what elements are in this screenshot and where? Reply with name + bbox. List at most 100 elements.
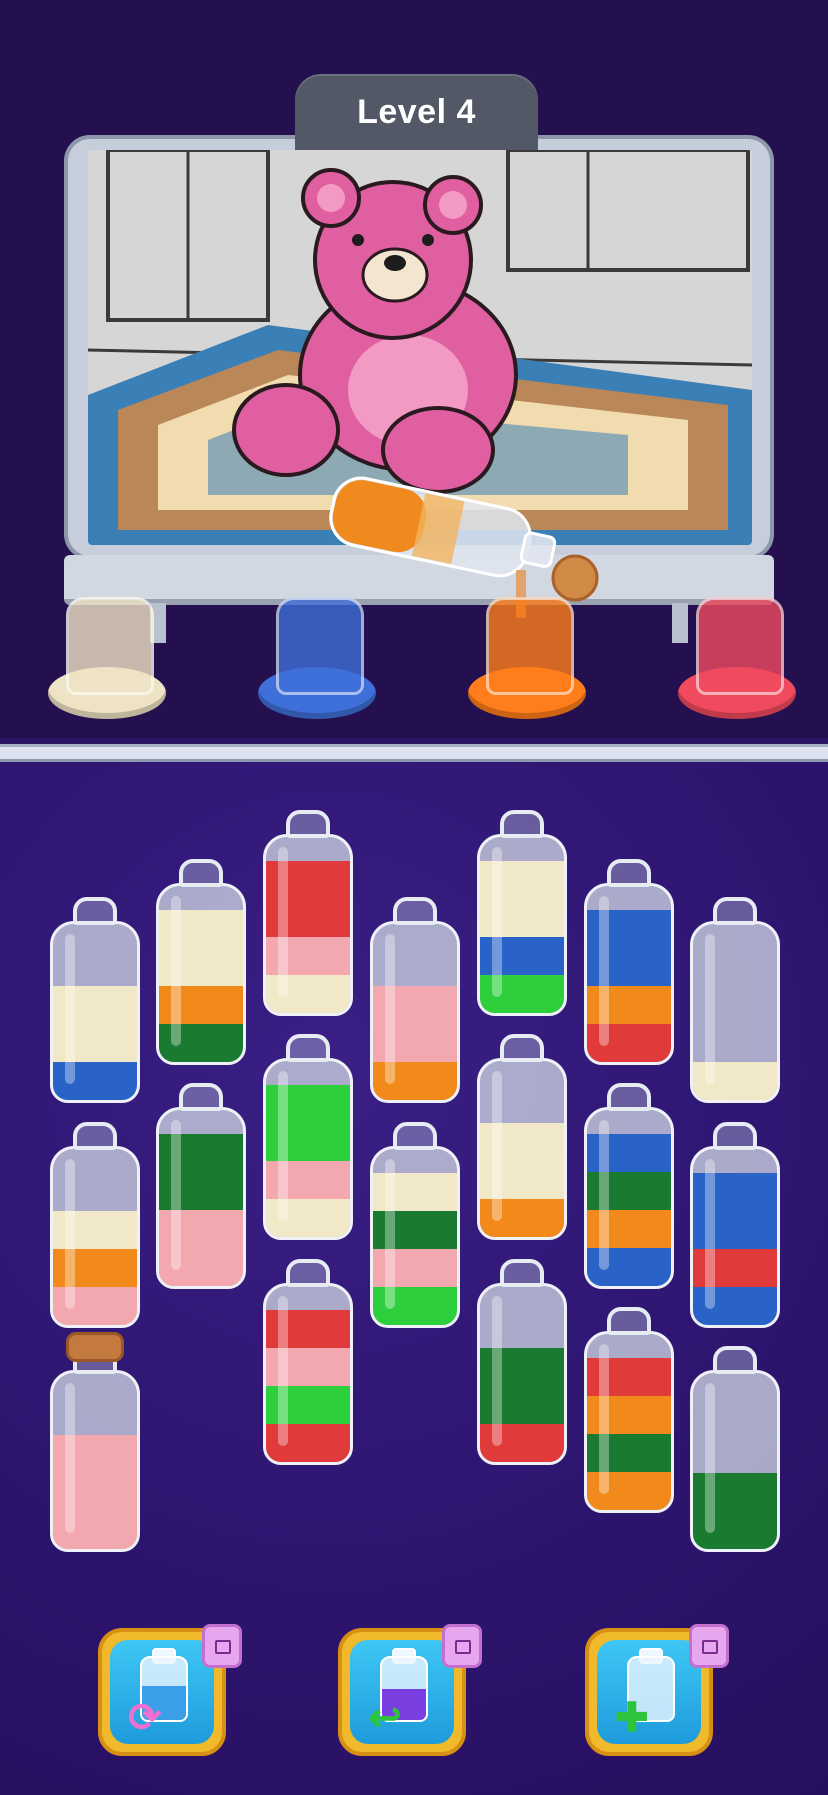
sand-layer-orange <box>587 1396 671 1434</box>
color-jar-red <box>678 597 796 719</box>
sand-bottle[interactable] <box>50 1122 140 1328</box>
bottle-body <box>263 1283 353 1465</box>
sand-layer-pink <box>373 1024 457 1062</box>
bottle-body <box>156 883 246 1065</box>
sand-layer-lime <box>373 1287 457 1325</box>
bottle-neck <box>713 897 757 925</box>
bottle-body <box>50 1146 140 1328</box>
sand-fill <box>587 1358 671 1510</box>
sand-layer-pink <box>266 937 350 975</box>
color-jar-blue <box>258 597 376 719</box>
bottle-body <box>156 1107 246 1289</box>
sand-layer-cream <box>480 1123 564 1161</box>
sand-layer-red <box>266 899 350 937</box>
bottle-neck <box>607 1083 651 1111</box>
sand-fill <box>159 1134 243 1286</box>
bottle-neck <box>393 897 437 925</box>
bottle-neck <box>179 1083 223 1111</box>
bottle-body <box>477 834 567 1016</box>
color-jar-cream <box>48 597 166 719</box>
sand-layer-green <box>159 1024 243 1062</box>
sand-layer-red <box>480 1424 564 1462</box>
sand-layer-red <box>266 1424 350 1462</box>
sand-layer-orange <box>373 1062 457 1100</box>
sand-layer-blue <box>693 1173 777 1211</box>
sand-bottle[interactable] <box>156 859 246 1065</box>
sand-bottle[interactable] <box>370 1122 460 1328</box>
bottle-neck <box>713 1346 757 1374</box>
sand-layer-green <box>159 1134 243 1172</box>
sand-layer-blue <box>53 1062 137 1100</box>
sand-fill <box>373 1173 457 1325</box>
bottle-body <box>584 1107 674 1289</box>
sand-layer-cream <box>53 1024 137 1062</box>
sand-layer-pink <box>159 1248 243 1286</box>
divider <box>0 744 828 762</box>
sand-bottle[interactable] <box>690 1122 780 1328</box>
sand-layer-blue <box>587 910 671 948</box>
sand-fill <box>693 1473 777 1549</box>
sand-layer-blue <box>693 1287 777 1325</box>
sand-layer-cream <box>53 986 137 1024</box>
add-bottle-button[interactable]: ✚ <box>585 1624 729 1756</box>
sand-bottle[interactable] <box>263 1259 353 1465</box>
sand-bottle[interactable] <box>263 1034 353 1240</box>
sand-fill <box>693 1173 777 1325</box>
sand-layer-green <box>693 1511 777 1549</box>
bottle-body <box>263 834 353 1016</box>
sand-layer-pink <box>266 1348 350 1386</box>
sand-layer-cream <box>480 861 564 899</box>
video-ad-icon <box>442 1624 482 1668</box>
sand-bottle[interactable] <box>477 810 567 1016</box>
sand-layer-green <box>693 1473 777 1511</box>
jar-body <box>696 597 784 695</box>
sand-bottle[interactable] <box>263 810 353 1016</box>
sand-layer-green <box>587 1434 671 1472</box>
sand-bottle[interactable] <box>584 859 674 1065</box>
bottle-neck <box>500 1034 544 1062</box>
sand-layer-pink <box>266 1161 350 1199</box>
sand-layer-cream <box>266 975 350 1013</box>
sand-layer-orange <box>159 986 243 1024</box>
sand-layer-orange <box>587 986 671 1024</box>
sand-layer-red <box>587 1358 671 1396</box>
sand-bottle[interactable] <box>370 897 460 1103</box>
bottle-body <box>370 1146 460 1328</box>
sand-layer-pink <box>53 1435 137 1473</box>
sand-layer-cream <box>373 1173 457 1211</box>
sand-fill <box>53 1435 137 1549</box>
bottle-body <box>477 1058 567 1240</box>
sand-layer-orange <box>587 1210 671 1248</box>
sand-fill <box>266 1310 350 1462</box>
add-bottle-symbol-icon: ✚ <box>615 1696 649 1740</box>
sand-bottle[interactable] <box>477 1034 567 1240</box>
sand-layer-red <box>266 1310 350 1348</box>
sand-layer-orange <box>53 1249 137 1287</box>
sand-layer-green <box>373 1211 457 1249</box>
sand-fill <box>266 861 350 1013</box>
sand-layer-cream <box>53 1211 137 1249</box>
sand-layer-lime <box>266 1386 350 1424</box>
level-label: Level 4 <box>295 74 538 150</box>
sand-fill <box>266 1085 350 1237</box>
sand-layer-pink <box>159 1210 243 1248</box>
sand-layer-blue <box>587 1248 671 1286</box>
sand-bottle[interactable] <box>584 1083 674 1289</box>
sand-layer-lime <box>266 1085 350 1123</box>
undo-symbol-icon: ↩ <box>368 1696 402 1740</box>
shuffle-button[interactable]: ⟳ <box>98 1624 242 1756</box>
sand-bottle[interactable] <box>690 1346 780 1552</box>
sand-bottle[interactable] <box>584 1307 674 1513</box>
sand-layer-blue <box>587 948 671 986</box>
sand-layer-green <box>480 1348 564 1386</box>
sand-bottle[interactable] <box>50 897 140 1103</box>
sand-bottle[interactable] <box>690 897 780 1103</box>
bottle-body <box>690 1370 780 1552</box>
sand-bottle[interactable] <box>477 1259 567 1465</box>
sand-layer-pink <box>53 1511 137 1549</box>
sand-bottle[interactable] <box>156 1083 246 1289</box>
sand-bottle[interactable] <box>50 1332 140 1552</box>
sand-fill <box>159 910 243 1062</box>
undo-button[interactable]: ↩ <box>338 1624 482 1756</box>
bottle-neck <box>500 1259 544 1287</box>
